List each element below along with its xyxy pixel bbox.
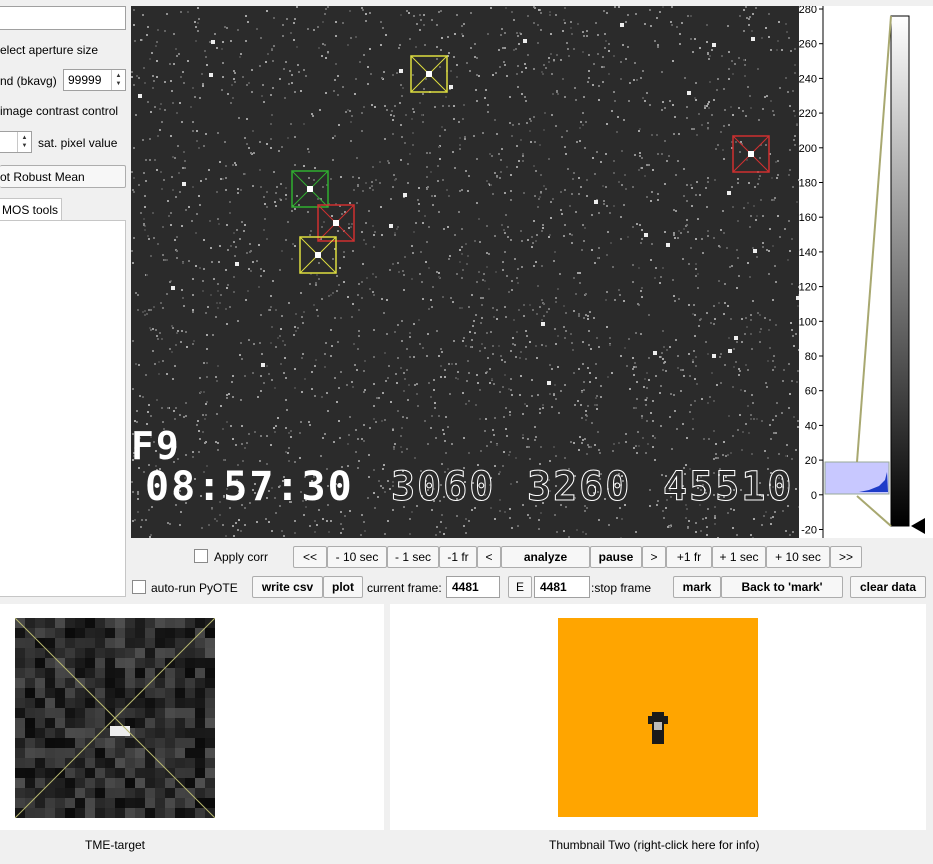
histogram-panel[interactable]: 280 260 240 220 200 180 160 140 120 100 80 60 40 20 0-… bbox=[799, 4, 933, 538]
forward-button[interactable]: > bbox=[642, 546, 666, 568]
histogram-tick-label: 240 bbox=[799, 73, 817, 85]
thumbnail-one-label: TME-target bbox=[85, 838, 146, 852]
current-frame-input[interactable]: 4481 bbox=[446, 576, 500, 598]
sat-pixel-spinbox[interactable]: ▲ ▼ bbox=[0, 131, 32, 153]
contrast-control-label: image contrast control bbox=[0, 104, 119, 118]
thumbnail-two-label: Thumbnail Two (right-click here for info… bbox=[549, 838, 760, 852]
timestamp-text: 08:57:30 bbox=[145, 464, 354, 510]
minus-1-sec-button[interactable]: - 1 sec bbox=[387, 546, 439, 568]
minus-1-frame-button[interactable]: -1 fr bbox=[439, 546, 477, 568]
star-blob-center bbox=[654, 722, 662, 730]
minus-10-sec-button[interactable]: - 10 sec bbox=[327, 546, 387, 568]
outline-number-2: 3260 bbox=[526, 464, 632, 511]
histogram-tick-label: 0 bbox=[811, 490, 817, 502]
star-field bbox=[131, 6, 799, 538]
plot-button[interactable]: plot bbox=[323, 576, 363, 598]
thumbnail-one-image bbox=[15, 618, 215, 818]
histogram-tick-label: -20 bbox=[801, 525, 817, 537]
thumbnail-two-image bbox=[558, 618, 758, 817]
histogram-tick-label: 40 bbox=[805, 420, 817, 432]
apply-corr-label: Apply corr bbox=[214, 550, 269, 564]
histogram-tick-label: 80 bbox=[805, 351, 817, 363]
thumbnail-one-panel[interactable] bbox=[0, 604, 384, 830]
forward-far-button[interactable]: >> bbox=[830, 546, 862, 568]
bkavg-value: 99999 bbox=[68, 73, 102, 87]
histogram-tick-label: 140 bbox=[799, 247, 817, 259]
histogram-tick-label: 60 bbox=[805, 386, 817, 398]
apply-corr-checkbox[interactable] bbox=[194, 549, 208, 563]
pause-button[interactable]: pause bbox=[590, 546, 642, 568]
histogram-tick-label: 100 bbox=[799, 316, 817, 328]
outline-number-3: 45510 bbox=[662, 464, 794, 511]
stop-frame-label: :stop frame bbox=[591, 581, 652, 595]
histogram-tick-label: 260 bbox=[799, 39, 817, 51]
back-far-button[interactable]: << bbox=[293, 546, 327, 568]
e-button[interactable]: E bbox=[508, 576, 532, 598]
histogram-tick-label: 20 bbox=[805, 455, 817, 467]
spin-arrows-icon[interactable]: ▲ ▼ bbox=[17, 132, 31, 152]
overlay-label: F9 bbox=[131, 424, 181, 468]
histogram-tick-label: 160 bbox=[799, 212, 817, 224]
bkavg-label: nd (bkavg) bbox=[0, 74, 57, 88]
auto-run-pyote-checkbox[interactable] bbox=[132, 580, 146, 594]
thumbnail-two-panel[interactable] bbox=[390, 604, 926, 830]
histogram-plot[interactable]: 280260240220200180160140120100806040200-… bbox=[799, 4, 933, 538]
spin-arrows-icon[interactable]: ▲ ▼ bbox=[111, 70, 125, 90]
histogram-tick-label: 220 bbox=[799, 108, 817, 120]
tab-pane bbox=[0, 220, 126, 597]
video-frame[interactable]: F9 08:57:30 3060 3260 45510 bbox=[131, 6, 799, 538]
outline-number-1: 3060 bbox=[390, 464, 496, 511]
mark-button[interactable]: mark bbox=[673, 576, 721, 598]
left-text-input[interactable] bbox=[0, 6, 126, 30]
gradient-handle-icon[interactable] bbox=[911, 518, 925, 534]
plus-1-sec-button[interactable]: + 1 sec bbox=[712, 546, 766, 568]
histogram-tick-label: 120 bbox=[799, 282, 817, 294]
current-frame-label: current frame: bbox=[367, 581, 442, 595]
plus-10-sec-button[interactable]: + 10 sec bbox=[766, 546, 830, 568]
histogram-tick-label: 200 bbox=[799, 143, 817, 155]
plus-1-frame-button[interactable]: +1 fr bbox=[666, 546, 712, 568]
stop-frame-input[interactable]: 4481 bbox=[534, 576, 590, 598]
back-to-mark-button[interactable]: Back to 'mark' bbox=[721, 576, 843, 598]
sat-pixel-label: sat. pixel value bbox=[38, 136, 118, 150]
gradient-bar[interactable] bbox=[890, 15, 910, 527]
analyze-button[interactable]: analyze bbox=[501, 546, 590, 568]
histogram-tick-label: 180 bbox=[799, 178, 817, 190]
write-csv-button[interactable]: write csv bbox=[252, 576, 323, 598]
clear-data-button[interactable]: clear data bbox=[850, 576, 926, 598]
aperture-size-label: elect aperture size bbox=[0, 43, 99, 57]
tab-mos-tools[interactable]: MOS tools bbox=[0, 198, 62, 221]
histogram-tick-label: 280 bbox=[799, 6, 817, 16]
auto-run-pyote-label: auto-run PyOTE bbox=[151, 581, 238, 595]
back-button[interactable]: < bbox=[477, 546, 501, 568]
robust-mean-button[interactable]: ot Robust Mean bbox=[0, 165, 126, 188]
bkavg-spinbox[interactable]: 99999 ▲ ▼ bbox=[63, 69, 126, 91]
